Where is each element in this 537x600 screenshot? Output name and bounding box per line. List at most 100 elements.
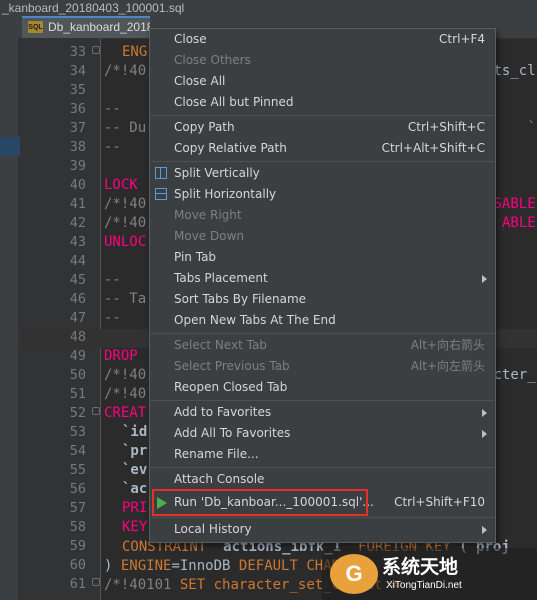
split-vertical-icon xyxy=(155,167,167,179)
code-line[interactable]: DROP xyxy=(104,347,138,366)
menu-item-close[interactable]: Close Ctrl+F4 xyxy=(150,29,495,50)
code-token: KEY xyxy=(122,519,148,535)
fold-marker-icon[interactable] xyxy=(92,407,100,415)
code-line[interactable]: ) ENGINE=InnoDB DEFAULT CHARS xyxy=(104,557,349,576)
code-line[interactable]: KEY xyxy=(122,518,147,537)
code-line[interactable]: `id xyxy=(122,423,147,442)
code-line[interactable]: ENG xyxy=(122,43,147,62)
menu-item-label: Close All but Pinned xyxy=(174,95,294,109)
code-line[interactable]: PRI xyxy=(122,499,147,518)
code-line[interactable]: -- Du xyxy=(104,119,146,138)
code-line[interactable]: /*!40 xyxy=(104,195,146,214)
line-number: 58 xyxy=(69,519,86,535)
code-line[interactable]: -- Ta xyxy=(104,290,146,309)
code-line[interactable]: /*!40 xyxy=(104,385,146,404)
menu-item-select-next-tab[interactable]: Select Next Tab Alt+向右箭头 xyxy=(150,335,495,356)
code-line[interactable]: -- xyxy=(104,138,121,157)
menu-separator xyxy=(151,333,494,334)
menu-separator xyxy=(151,161,494,162)
line-number: 48 xyxy=(69,329,86,345)
code-token: ` xyxy=(527,120,536,136)
code-token: -- xyxy=(104,139,121,155)
gutter-marker xyxy=(0,137,20,156)
code-line[interactable]: `ev xyxy=(122,461,147,480)
line-number: 49 xyxy=(69,348,86,364)
code-token: cter_ xyxy=(493,367,536,383)
code-token: /*!40 xyxy=(104,63,147,79)
menu-item-close-all[interactable]: Close All xyxy=(150,71,495,92)
line-number: 34 xyxy=(69,63,86,79)
code-token: ENG xyxy=(122,44,148,60)
menu-item-select-previous-tab[interactable]: Select Previous Tab Alt+向左箭头 xyxy=(150,356,495,377)
menu-item-label: Split Horizontally xyxy=(174,187,277,201)
code-token: `ac xyxy=(122,481,148,497)
menu-item-label: Select Next Tab xyxy=(174,338,267,352)
code-line[interactable]: CREAT xyxy=(104,404,146,423)
code-token: PRI xyxy=(122,500,148,516)
code-token: -- xyxy=(104,101,121,117)
code-token: =InnoDB xyxy=(171,558,231,574)
menu-item-label: Split Vertically xyxy=(174,166,260,180)
code-line[interactable]: /*!40 xyxy=(104,214,146,233)
submenu-arrow-icon xyxy=(482,275,487,283)
code-token: UNLOC xyxy=(104,234,147,250)
fold-marker-icon[interactable] xyxy=(92,578,100,586)
watermark: G 系统天地 XiTongTianDi.net xyxy=(322,548,537,600)
watermark-subtitle: XiTongTianDi.net xyxy=(386,580,462,591)
menu-item-label: Close xyxy=(174,32,207,46)
line-number: 47 xyxy=(69,310,86,326)
gutter-divider xyxy=(100,38,101,600)
code-token: DEFAULT xyxy=(238,558,298,574)
menu-item-move-right[interactable]: Move Right xyxy=(150,205,495,226)
code-token: SET xyxy=(179,577,206,593)
menu-item-sort-tabs-by-filename[interactable]: Sort Tabs By Filename xyxy=(150,289,495,310)
code-line[interactable]: /*!40 xyxy=(104,366,146,385)
line-number: 44 xyxy=(69,253,86,269)
code-token: /*!40101 xyxy=(104,577,172,593)
code-line[interactable]: `pr xyxy=(122,442,147,461)
watermark-title: 系统天地 xyxy=(382,556,459,578)
code-token: /*!40 xyxy=(104,367,147,383)
code-token: /*!40 xyxy=(104,215,147,231)
menu-item-move-down[interactable]: Move Down xyxy=(150,226,495,247)
code-line[interactable]: /*!40 xyxy=(104,62,146,81)
line-number: 39 xyxy=(69,158,86,174)
code-line[interactable]: -- xyxy=(104,271,121,290)
menu-item-attach-console[interactable]: Attach Console xyxy=(150,469,495,490)
menu-item-add-all-to-favorites[interactable]: Add All To Favorites xyxy=(150,423,495,444)
menu-separator xyxy=(151,115,494,116)
code-line[interactable]: -- xyxy=(104,309,121,328)
menu-item-split-horizontally[interactable]: Split Horizontally xyxy=(150,184,495,205)
code-token: DROP xyxy=(104,348,138,364)
menu-item-copy-relative-path[interactable]: Copy Relative Path Ctrl+Alt+Shift+C xyxy=(150,138,495,159)
menu-item-reopen-closed-tab[interactable]: Reopen Closed Tab xyxy=(150,377,495,398)
code-token: `ev xyxy=(122,462,148,478)
menu-item-label: Move Right xyxy=(174,208,242,222)
menu-item-copy-path[interactable]: Copy Path Ctrl+Shift+C xyxy=(150,117,495,138)
menu-item-label: Add All To Favorites xyxy=(174,426,291,440)
menu-item-local-history[interactable]: Local History xyxy=(150,519,495,540)
line-number: 60 xyxy=(69,557,86,573)
fold-marker-icon[interactable] xyxy=(92,46,100,54)
menu-item-label: Close Others xyxy=(174,53,251,67)
menu-item-add-to-favorites[interactable]: Add to Favorites xyxy=(150,402,495,423)
code-line[interactable]: UNLOC xyxy=(104,233,146,252)
tool-window-strip xyxy=(0,38,18,600)
menu-item-shortcut: Ctrl+Shift+F10 xyxy=(394,495,485,509)
code-line[interactable]: `ac xyxy=(122,480,147,499)
menu-item-tabs-placement[interactable]: Tabs Placement xyxy=(150,268,495,289)
menu-item-pin-tab[interactable]: Pin Tab xyxy=(150,247,495,268)
code-line[interactable]: -- xyxy=(104,100,121,119)
menu-item-shortcut: Ctrl+Alt+Shift+C xyxy=(381,141,485,155)
menu-item-close-all-but-pinned[interactable]: Close All but Pinned xyxy=(150,92,495,113)
menu-item-open-new-tabs-at-end[interactable]: Open New Tabs At The End xyxy=(150,310,495,331)
editor-tab[interactable]: SQL Db_kanboard_2018 xyxy=(22,16,150,38)
code-line[interactable]: LOCK xyxy=(104,176,138,195)
menu-item-close-others[interactable]: Close Others xyxy=(150,50,495,71)
menu-item-rename-file[interactable]: Rename File... xyxy=(150,444,495,465)
menu-item-split-vertically[interactable]: Split Vertically xyxy=(150,163,495,184)
submenu-arrow-icon xyxy=(482,526,487,534)
line-number: 52 xyxy=(69,405,86,421)
code-token: `id xyxy=(122,424,148,440)
line-number: 42 xyxy=(69,215,86,231)
